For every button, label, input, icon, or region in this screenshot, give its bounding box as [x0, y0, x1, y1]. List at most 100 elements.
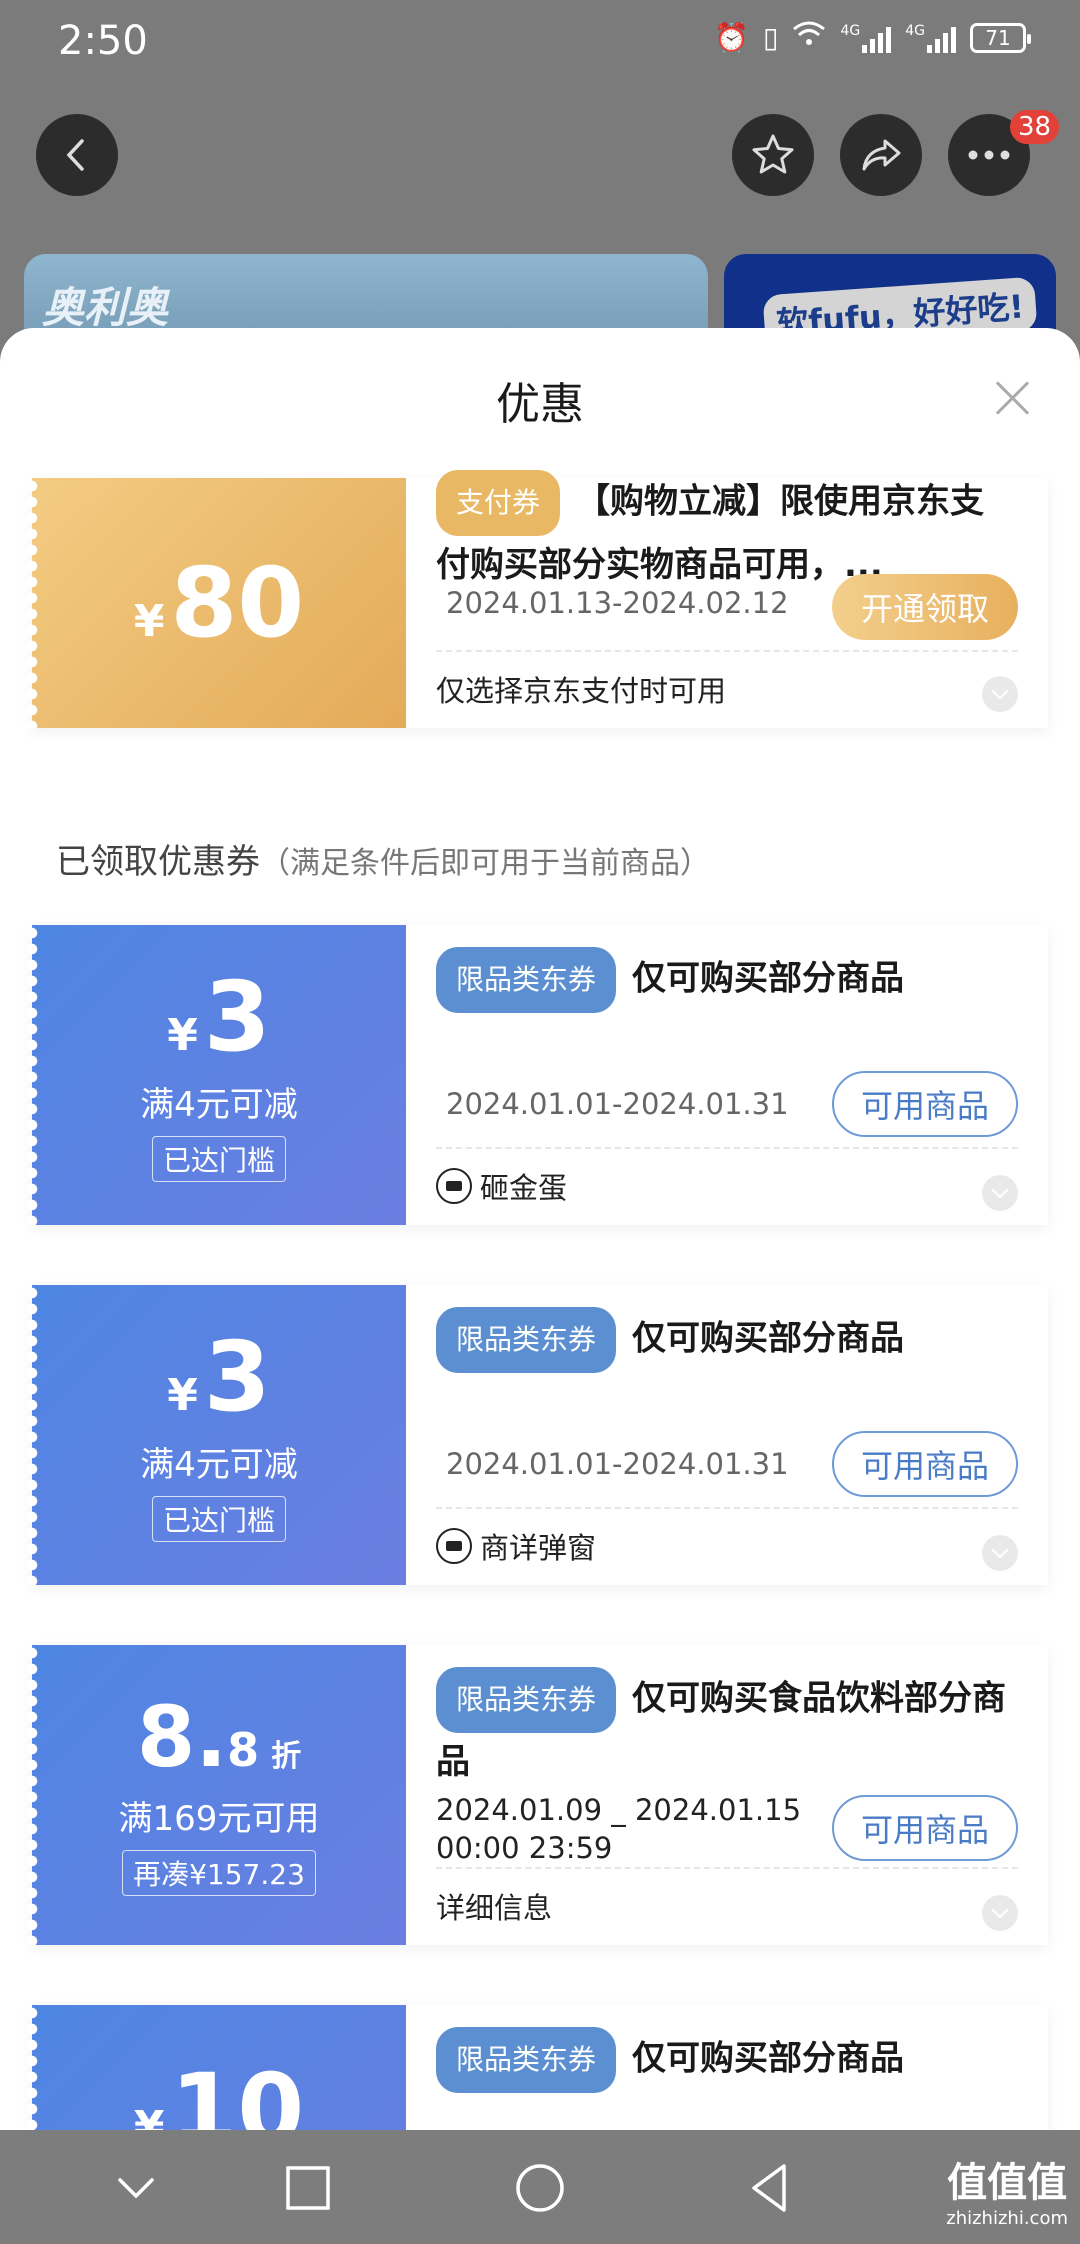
coupon-value-panel: ¥ 3 满4元可减 已达门槛: [26, 925, 406, 1225]
coupon-title-text: 仅可购买部分商品: [632, 1318, 905, 1359]
yen-symbol: ¥: [133, 2102, 165, 2130]
coupon-footer-text: 详细信息: [436, 1891, 553, 1925]
divider: [436, 1867, 1018, 1869]
signal-icon-1: 4G: [840, 22, 892, 53]
close-icon[interactable]: [994, 380, 1030, 416]
coupon-card: 8. 8 折 满169元可用 再凑¥157.23 限品类东券 仅可购买食品饮料部分…: [26, 1645, 1048, 1945]
signal-icon-2: 4G: [905, 23, 956, 53]
banner-left-text: 奥利奥: [42, 283, 169, 332]
coupon-amount: ¥ 3: [167, 1329, 270, 1425]
status-icons: ⏰ ▯ 4G 4G 71: [714, 20, 1031, 55]
coupon-value-panel: ¥ 10: [26, 2005, 406, 2130]
divider: [436, 650, 1018, 652]
network-type-1: 4G: [840, 22, 861, 39]
back-nav-icon[interactable]: [742, 2160, 798, 2216]
available-products-button[interactable]: 可用商品: [832, 1071, 1018, 1137]
notification-badge: 38: [1010, 110, 1060, 144]
coupon-footer: 商详弹窗: [436, 1525, 596, 1567]
discount-value: 8. 8 折: [137, 1695, 301, 1779]
alarm-icon: ⏰: [714, 21, 750, 54]
chevron-down-icon[interactable]: [982, 1535, 1018, 1571]
amount-value: 3: [203, 960, 271, 1073]
coupon-value-panel: ¥ 80: [26, 478, 406, 728]
coupon-date: 2024.01.01-2024.01.31: [446, 1447, 789, 1481]
section-title: 已领取优惠券（满足条件后即可用于当前商品）: [56, 834, 710, 883]
recent-apps-icon[interactable]: [280, 2160, 336, 2216]
vibrate-icon: ▯: [763, 21, 779, 54]
hide-keyboard-icon[interactable]: [108, 2160, 164, 2216]
available-products-button[interactable]: 可用商品: [832, 1431, 1018, 1497]
amount-value: 3: [203, 1320, 271, 1433]
divider: [436, 1147, 1018, 1149]
system-nav-bar: [0, 2130, 1080, 2244]
watermark-logo: 值值值 zhizhizhi.com: [946, 2150, 1068, 2229]
amount-value: 10: [170, 2053, 305, 2130]
home-icon[interactable]: [512, 2160, 568, 2216]
yen-symbol: ¥: [133, 596, 165, 647]
section-subtitle: （满足条件后即可用于当前商品）: [260, 846, 710, 881]
coupon-date: 2024.01.09 _ 2024.01.15 00:00 23:59: [436, 1791, 801, 1867]
discount-decimal: 8: [227, 1722, 260, 1777]
pay-coupon-card: ¥ 80 支付券 【购物立减】限使用京东支付购买部分实物商品可用，... 2024…: [26, 470, 1048, 728]
coupon-date-line1: 2024.01.09 _ 2024.01.15: [436, 1793, 802, 1827]
coupon-footer-text: 砸金蛋: [480, 1171, 568, 1205]
discount-unit: 折: [271, 1738, 302, 1774]
activate-claim-button[interactable]: 开通领取: [832, 574, 1018, 640]
coupon-tag: 支付券: [436, 470, 561, 536]
coupon-sheet: 优惠 ¥ 80 支付券 【购物立减】限使用京东支付购买部分实物商品可用，... 2…: [0, 328, 1080, 2130]
coupon-footer-text: 仅选择京东支付时可用: [436, 674, 727, 708]
coupon-condition: 满4元可减: [140, 1444, 298, 1485]
divider: [436, 1507, 1018, 1509]
coupon-value-panel: ¥ 3 满4元可减 已达门槛: [26, 1285, 406, 1585]
coupon-value-panel: 8. 8 折 满169元可用 再凑¥157.23: [26, 1645, 406, 1945]
coupon-amount: ¥ 10: [134, 2061, 304, 2130]
star-icon: [752, 134, 794, 174]
coupon-title: 限品类东券 仅可购买部分商品: [436, 947, 1008, 1013]
status-time: 2:50: [58, 18, 148, 64]
coupon-amount: ¥ 80: [134, 555, 304, 651]
coupon-footer-text: 商详弹窗: [480, 1531, 597, 1565]
source-icon: [436, 1168, 472, 1204]
section-title-text: 已领取优惠券: [56, 842, 260, 882]
wifi-icon: [792, 20, 826, 55]
coupon-footer: 仅选择京东支付时可用: [436, 668, 726, 710]
coupon-tag: 限品类东券: [436, 2027, 617, 2093]
coupon-tag: 限品类东券: [436, 1307, 617, 1373]
chevron-down-icon[interactable]: [982, 1175, 1018, 1211]
coupon-date: 2024.01.13-2024.02.12: [446, 586, 789, 620]
battery-icon: 71: [970, 22, 1031, 53]
coupon-card: ¥ 10 限品类东券 仅可购买部分商品: [26, 2005, 1048, 2130]
coupon-date: 2024.01.01-2024.01.31: [446, 1087, 789, 1121]
coupon-tag: 限品类东券: [436, 1667, 617, 1733]
network-type-2: 4G: [905, 22, 925, 39]
coupon-title-text: 仅可购买部分商品: [632, 958, 905, 999]
chevron-left-icon: [66, 139, 84, 171]
watermark-sub: zhizhizhi.com: [946, 2208, 1068, 2229]
available-products-button[interactable]: 可用商品: [832, 1795, 1018, 1861]
chevron-down-icon[interactable]: [982, 1895, 1018, 1931]
coupon-condition: 满4元可减: [140, 1084, 298, 1125]
coupon-title: 限品类东券 仅可购买部分商品: [436, 1307, 1008, 1373]
share-button[interactable]: [840, 114, 922, 196]
amount-value: 80: [170, 547, 305, 659]
threshold-badge: 已达门槛: [151, 1135, 286, 1182]
coupon-card: ¥ 3 满4元可减 已达门槛 限品类东券 仅可购买部分商品 2024.01.01-…: [26, 1285, 1048, 1585]
threshold-badge: 再凑¥157.23: [122, 1849, 316, 1896]
coupon-title-text: 仅可购买部分商品: [632, 2038, 905, 2079]
chevron-down-icon[interactable]: [982, 676, 1018, 712]
share-icon: [862, 139, 901, 171]
yen-symbol: ¥: [167, 1369, 198, 1421]
coupon-condition: 满169元可用: [118, 1798, 320, 1839]
yen-symbol: ¥: [167, 1009, 198, 1061]
coupon-title: 限品类东券 仅可购买食品饮料部分商品: [436, 1667, 1008, 1791]
coupon-footer: 详细信息: [436, 1885, 552, 1927]
source-icon: [436, 1528, 472, 1564]
coupon-title: 限品类东券 仅可购买部分商品: [436, 2027, 1008, 2093]
favorite-button[interactable]: [732, 114, 814, 196]
coupon-footer: 砸金蛋: [436, 1165, 567, 1207]
more-dots-icon: [968, 150, 1010, 160]
threshold-badge: 已达门槛: [151, 1495, 286, 1542]
coupon-date-line2: 00:00 23:59: [436, 1831, 613, 1865]
watermark-main: 值值值: [947, 2160, 1068, 2206]
back-button[interactable]: [36, 114, 118, 196]
